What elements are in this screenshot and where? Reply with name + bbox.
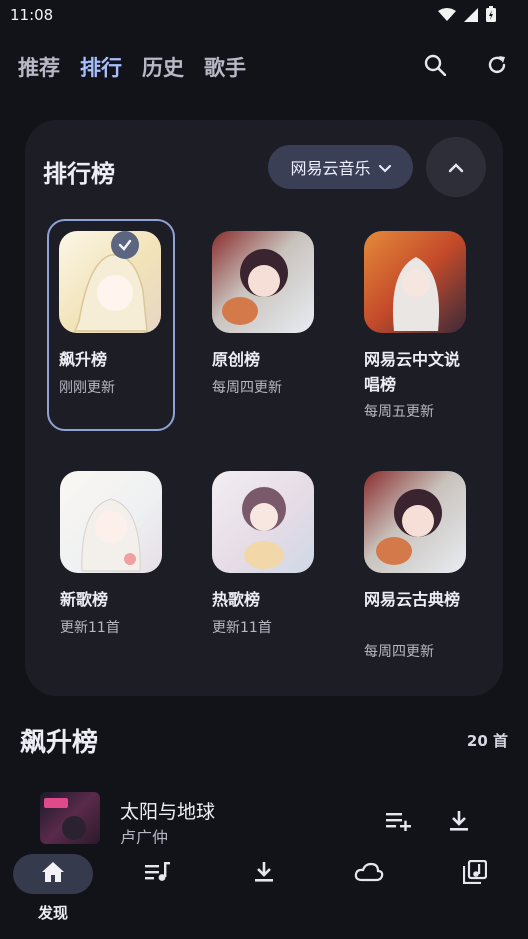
song-count: 20 首 [466,732,508,750]
signal-icon [464,7,478,26]
list-title: 飙升榜 [20,728,99,758]
download-icon [254,861,274,887]
chart-cover-image [212,471,314,573]
music-library-icon [462,859,488,888]
nav-playlist[interactable] [118,854,198,894]
home-icon [41,861,65,887]
song-cover-image [40,792,100,844]
cloud-icon [354,862,384,886]
chart-cover-image [212,231,314,333]
chart-item-surging[interactable]: 飙升榜 刚刚更新 [47,219,175,431]
source-select[interactable]: 网易云音乐 [268,145,413,189]
download-icon[interactable] [446,808,472,834]
search-icon[interactable] [422,52,448,78]
chart-item-original[interactable]: 原创榜 每周四更新 [200,219,328,399]
tab-history[interactable]: 历史 [142,52,184,82]
nav-library[interactable] [435,854,515,894]
add-to-queue-icon[interactable] [386,808,412,834]
chart-item-classical[interactable]: 网易云古典榜 每周四更新 [352,459,480,660]
chart-cover-image [364,231,466,333]
nav-cloud[interactable] [329,854,409,894]
chart-cover-image [60,471,162,573]
refresh-icon[interactable] [484,52,510,78]
chart-item-update: 每周四更新 [212,380,282,396]
wifi-icon [438,7,456,26]
chevron-down-icon [378,158,391,177]
card-title: 排行榜 [43,160,115,188]
collapse-button[interactable] [426,137,486,197]
chart-item-name: 网易云古典榜 [364,590,461,609]
song-artist: 卢广仲 [120,828,169,844]
chart-item-chinese-rap[interactable]: 网易云中文说唱榜 每周五更新 [352,219,480,420]
chevron-up-icon [448,158,464,177]
charts-card: 排行榜 网易云音乐 飙升榜 刚刚更新 原创榜 每周四更新 网易云中文说唱榜 每周… [25,120,503,696]
chart-item-name: 新歌榜 [60,590,109,609]
song-title: 太阳与地球 [120,801,216,823]
chart-item-hot-songs[interactable]: 热歌榜 更新11首 [200,459,328,639]
status-time: 11:08 [10,6,54,24]
chart-item-name: 热歌榜 [212,590,261,609]
chart-item-name: 网易云中文说唱榜 [364,350,461,394]
battery-icon [486,6,496,26]
playlist-music-icon [145,862,171,886]
nav-discover[interactable]: 发现 [13,854,93,923]
chart-item-update: 每周五更新 [364,404,434,420]
nav-discover-label: 发现 [37,904,68,922]
chart-item-name: 原创榜 [212,350,261,369]
chart-item-update: 更新11首 [60,620,120,636]
chart-item-update: 更新11首 [212,620,272,636]
song-row[interactable]: 太阳与地球 卢广仲 [0,780,528,844]
nav-downloads[interactable] [224,854,304,894]
selected-check-icon [111,231,139,259]
chart-cover-image [59,231,161,333]
chart-item-update: 每周四更新 [364,644,434,660]
status-bar: 11:08 [0,0,528,30]
chart-item-new-songs[interactable]: 新歌榜 更新11首 [48,459,176,639]
tab-artists[interactable]: 歌手 [204,52,246,82]
chart-cover-image [364,471,466,573]
top-tabs: 推荐 排行 历史 歌手 [18,52,246,82]
tab-ranking[interactable]: 排行 [80,52,122,82]
source-select-label: 网易云音乐 [290,159,371,178]
chart-item-update: 刚刚更新 [59,380,115,396]
bottom-nav: 发现 [0,846,528,939]
chart-item-name: 飙升榜 [59,350,108,369]
tab-recommend[interactable]: 推荐 [18,52,60,82]
